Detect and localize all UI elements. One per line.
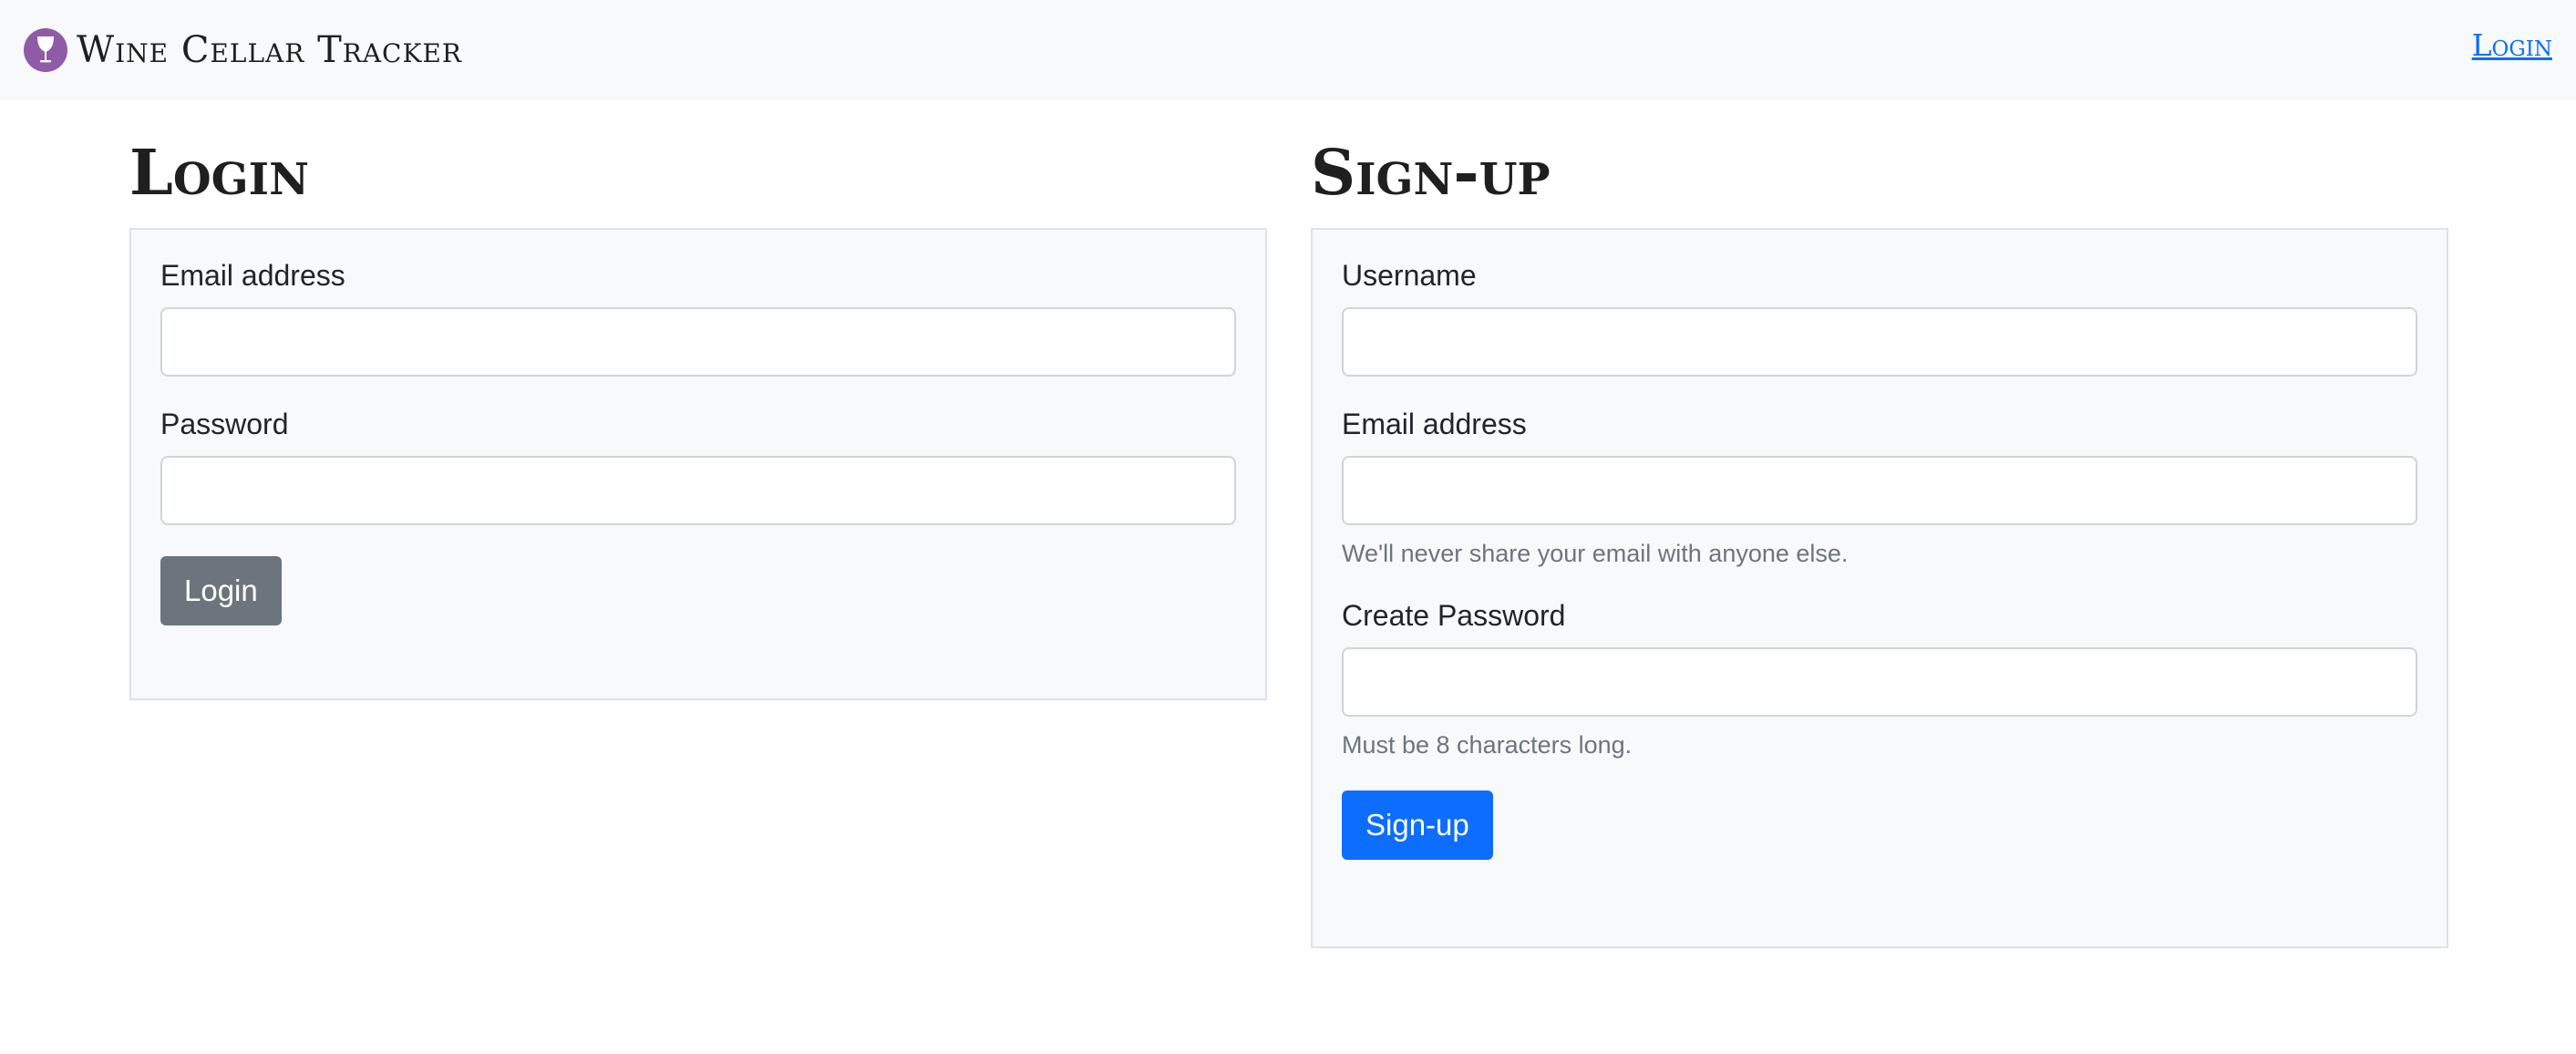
login-title: Login xyxy=(129,137,309,210)
signup-form: Username Email address We'll never share… xyxy=(1311,228,2448,948)
signup-password-label: Create Password xyxy=(1342,599,1566,632)
login-button[interactable]: Login xyxy=(160,556,282,625)
signup-title: Sign-up xyxy=(1311,137,1551,210)
signup-email-help: We'll never share your email with anyone… xyxy=(1342,540,1849,567)
brand-name: Wine Cellar Tracker xyxy=(77,29,462,71)
signup-section: Sign-up Username Email address We'll nev… xyxy=(1311,137,2448,948)
nav-login-link[interactable]: Login xyxy=(2472,27,2552,63)
login-section: Login Email address Password Login xyxy=(129,137,1267,700)
login-email-input[interactable] xyxy=(160,307,1236,377)
signup-username-label: Username xyxy=(1342,259,1477,292)
login-password-input[interactable] xyxy=(160,456,1236,525)
signup-button[interactable]: Sign-up xyxy=(1342,790,1493,860)
login-form: Email address Password Login xyxy=(129,228,1267,700)
login-email-label: Email address xyxy=(160,259,345,292)
login-password-label: Password xyxy=(160,408,289,440)
signup-password-help: Must be 8 characters long. xyxy=(1342,731,1633,759)
navbar: Wine Cellar Tracker Login xyxy=(0,0,2576,100)
signup-username-input[interactable] xyxy=(1342,307,2417,377)
brand[interactable]: Wine Cellar Tracker xyxy=(24,28,462,72)
wine-glass-icon xyxy=(24,28,67,72)
signup-email-label: Email address xyxy=(1342,408,1527,440)
signup-email-input[interactable] xyxy=(1342,456,2417,525)
signup-password-input[interactable] xyxy=(1342,647,2417,717)
